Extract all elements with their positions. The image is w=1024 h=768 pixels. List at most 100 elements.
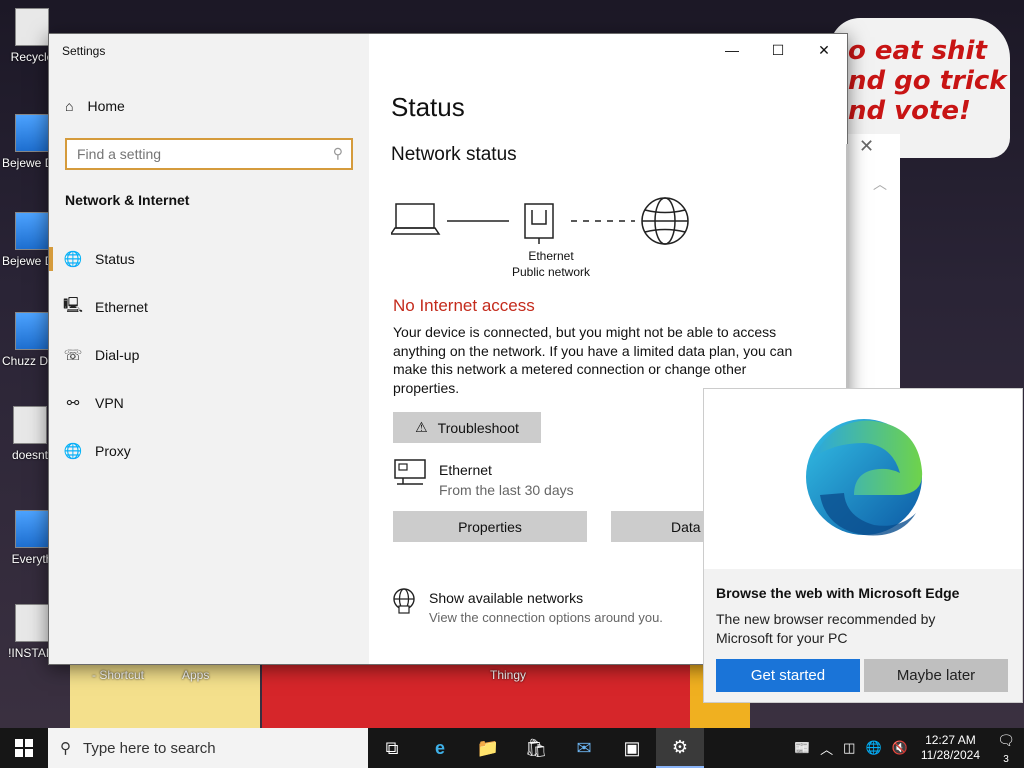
proxy-icon: 🌐 [63, 443, 83, 460]
network-diagram: Ethernet Public network [389, 194, 701, 284]
desktop-label-thingy[interactable]: Thingy [490, 668, 526, 682]
globe-icon: 🌐 [63, 251, 83, 268]
wallpaper-speech-text: o eat shit nd go trick nd vote! [848, 36, 1007, 126]
adapter-name-label: Ethernet [528, 249, 574, 263]
sidebar-item-label: Ethernet [95, 299, 148, 315]
scrollbar[interactable] [846, 144, 849, 404]
troubleshoot-label: Troubleshoot [437, 419, 519, 436]
close-icon[interactable]: ✕ [859, 136, 874, 157]
network-profile-label: Public network [511, 265, 591, 279]
clock-time: 12:27 AM [925, 733, 976, 747]
ethernet-monitor-icon [394, 459, 426, 485]
window-title: Settings [62, 44, 106, 58]
meet-now-icon[interactable]: ◫ [838, 740, 860, 756]
gear-icon: ⚙ [671, 736, 689, 757]
windows-logo-icon [15, 739, 33, 757]
desktop-label-shortcut[interactable]: - Shortcut [92, 668, 144, 682]
dialup-icon: ☏ [63, 347, 83, 364]
ethernet-port-icon [524, 203, 554, 244]
clock[interactable]: 12:27 AM 11/28/2024 [913, 733, 988, 763]
show-networks-subtitle: View the connection options around you. [429, 610, 663, 625]
settings-taskbar-button[interactable]: ⚙ [656, 728, 704, 768]
edge-icon: e [434, 737, 445, 758]
file-icon [15, 604, 49, 642]
sidebar-item-label: Proxy [95, 443, 131, 459]
sidebar-item-ethernet[interactable]: 🖳 Ethernet [49, 287, 369, 327]
status-description: Your device is connected, but you might … [393, 324, 793, 396]
internet-globe-icon [641, 197, 689, 245]
sidebar-home[interactable]: ⌂ Home [65, 98, 125, 114]
error-heading: No Internet access [393, 296, 535, 315]
settings-sidebar: Settings ⌂ Home ⚲ Network & Internet 🌐 S… [49, 34, 369, 664]
mail-icon: ✉ [576, 737, 592, 758]
vpn-icon: ⚯ [66, 395, 80, 412]
task-view-icon: ⧉ [385, 737, 399, 758]
clock-date: 11/28/2024 [920, 748, 980, 762]
ethernet-name: Ethernet [439, 462, 492, 478]
edge-taskbar-button[interactable]: e [416, 728, 464, 768]
volume-muted-icon[interactable]: 🔇 [887, 740, 913, 756]
get-started-button[interactable]: Get started [716, 659, 860, 692]
taskbar-apps: ⧉ e 📁 🛍 ✉ ▣ ⚙ [368, 728, 704, 768]
sidebar-item-dial-up[interactable]: ☏ Dial-up [49, 335, 369, 375]
file-explorer-button[interactable]: 📁 [464, 728, 512, 768]
sidebar-item-label: VPN [95, 395, 124, 411]
troubleshoot-button[interactable]: ⚠ Troubleshoot [393, 412, 541, 443]
sidebar-item-proxy[interactable]: 🌐 Proxy [49, 431, 369, 471]
network-globe-icon [393, 588, 415, 614]
taskbar-search-placeholder: Type here to search [83, 739, 216, 757]
chevron-up-icon[interactable]: ︿ [873, 174, 887, 194]
edge-promo-popup: Browse the web with Microsoft Edge The n… [703, 388, 1023, 703]
news-icon[interactable]: 📰 [789, 740, 815, 756]
edge-promo-description: The new browser recommended by Microsoft… [716, 611, 936, 646]
ethernet-icon: 🖳 [62, 296, 83, 314]
maybe-later-button[interactable]: Maybe later [864, 659, 1008, 692]
notification-center-button[interactable]: 🗨3 [988, 732, 1024, 765]
home-icon: ⌂ [65, 98, 74, 114]
shortcut-icon [15, 510, 49, 548]
mail-button[interactable]: ✉ [560, 728, 608, 768]
edge-logo-area [704, 389, 1022, 569]
laptop-icon [389, 203, 441, 235]
sidebar-home-label: Home [87, 98, 125, 114]
folder-icon: 📁 [476, 737, 500, 758]
search-icon: ⚲ [60, 740, 71, 757]
shortcut-icon [15, 114, 49, 152]
store-button[interactable]: 🛍 [512, 728, 560, 768]
desktop-label-apps[interactable]: Apps [182, 668, 209, 682]
network-status-heading: Network status [391, 144, 517, 165]
shortcut-icon [15, 212, 49, 250]
shortcut-icon [15, 312, 49, 350]
search-icon: ⚲ [332, 145, 343, 161]
ethernet-usage-period: From the last 30 days [439, 482, 574, 498]
app-window-icon: ▣ [623, 737, 641, 758]
properties-button[interactable]: Properties [393, 511, 587, 542]
recycle-bin-icon [15, 8, 49, 46]
taskbar: ⚲ Type here to search ⧉ e 📁 🛍 ✉ ▣ ⚙ 📰 ︿ … [0, 728, 1024, 768]
ethernet-summary: Ethernet From the last 30 days [393, 458, 574, 498]
show-available-networks[interactable]: Show available networks View the connect… [391, 588, 663, 625]
edge-logo-icon [806, 419, 923, 536]
file-icon [13, 406, 47, 444]
chevron-up-icon[interactable]: ︿ [815, 739, 838, 758]
sidebar-item-status[interactable]: 🌐 Status [49, 239, 369, 279]
network-icon[interactable]: 🌐 [860, 740, 886, 756]
sidebar-item-vpn[interactable]: ⚯ VPN [49, 383, 369, 423]
edge-promo-title: Browse the web with Microsoft Edge [716, 585, 960, 601]
settings-search[interactable]: ⚲ [65, 138, 353, 170]
system-tray: 📰 ︿ ◫ 🌐 🔇 12:27 AM 11/28/2024 🗨3 [789, 728, 1024, 768]
start-button[interactable] [0, 728, 48, 768]
background-window: ✕ ︿ [846, 134, 900, 389]
show-networks-title: Show available networks [429, 590, 584, 606]
notification-count: 3 [1003, 753, 1009, 765]
notification-icon: 🗨 [997, 731, 1015, 748]
wallpaper-red [262, 660, 702, 728]
app-window-button[interactable]: ▣ [608, 728, 656, 768]
task-view-button[interactable]: ⧉ [368, 728, 416, 768]
search-input[interactable] [67, 140, 317, 168]
page-title: Status [391, 92, 465, 122]
network-diagram-label: Ethernet Public network [501, 248, 601, 280]
sidebar-section-title: Network & Internet [65, 192, 190, 208]
taskbar-search[interactable]: ⚲ Type here to search [48, 728, 368, 768]
sidebar-item-label: Dial-up [95, 347, 140, 363]
